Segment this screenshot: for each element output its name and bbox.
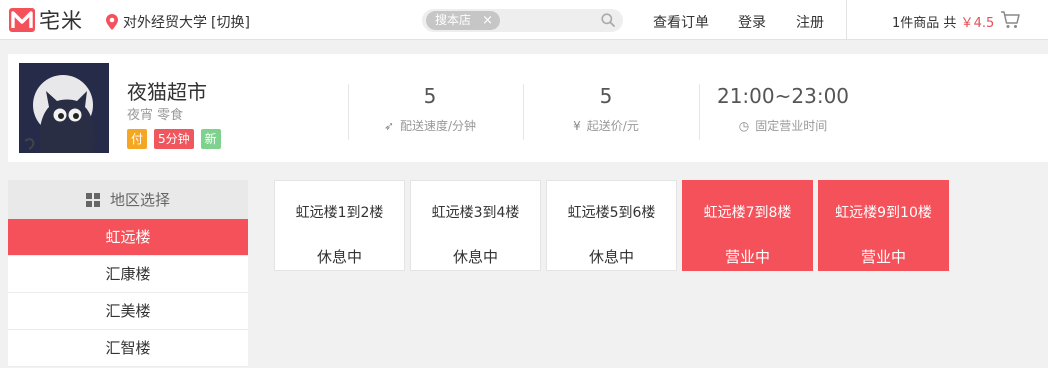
cart-count: 1件商品 共	[892, 16, 957, 31]
grid-icon	[85, 192, 100, 207]
store-info-card: 夜猫超市 夜宵 零食 付 5分钟 新 5 ➶ 配送速度/分钟 5 ¥ 起送价/元 2…	[8, 54, 1048, 162]
cart-total: 4.5	[973, 16, 995, 31]
location-name: 对外经贸大学	[123, 15, 207, 31]
delivery-speed-stat: 5 ➶ 配送速度/分钟	[360, 84, 500, 134]
search-bar: 搜本店 ×	[422, 9, 623, 32]
logo[interactable]: 宅米	[8, 5, 83, 35]
clock-icon: ◷	[738, 119, 750, 133]
location-pin-icon	[106, 14, 118, 30]
rocket-icon: ➶	[383, 119, 394, 133]
search-scope-label: 搜本店	[435, 13, 472, 27]
close-icon[interactable]: ×	[482, 11, 493, 30]
login-link[interactable]: 登录	[738, 12, 766, 32]
register-link[interactable]: 注册	[796, 12, 824, 32]
store-avatar	[19, 63, 109, 153]
search-icon[interactable]	[601, 13, 615, 27]
stat-divider	[699, 84, 700, 140]
floor-status: 营业中	[724, 248, 770, 266]
view-orders-link[interactable]: 查看订单	[653, 12, 709, 32]
new-store-badge: 新	[200, 129, 221, 149]
store-badges: 付 5分钟 新	[127, 129, 228, 149]
stat-divider	[523, 84, 524, 140]
floor-status: 休息中	[316, 248, 362, 266]
shopping-cart-icon[interactable]	[1000, 10, 1021, 29]
min-order-label: 起送价/元	[586, 119, 639, 133]
search-scope-chip[interactable]: 搜本店 ×	[426, 11, 500, 30]
floor-name: 虹远楼3到4楼	[431, 205, 520, 221]
store-name: 夜猫超市	[127, 80, 207, 104]
online-pay-badge: 付	[127, 129, 147, 149]
zone-item[interactable]: 汇美楼	[8, 293, 248, 330]
business-hours-label: 固定营业时间	[755, 119, 828, 133]
min-order-stat: 5 ¥ 起送价/元	[536, 84, 676, 134]
floor-status: 休息中	[452, 248, 498, 266]
header-divider	[846, 0, 847, 40]
logo-m-icon	[9, 8, 35, 32]
floor-name: 虹远楼1到2楼	[295, 205, 384, 221]
zone-item[interactable]: 汇智楼	[8, 330, 248, 367]
zone-sidebar-title: 地区选择	[109, 191, 170, 209]
floor-status: 营业中	[860, 248, 906, 266]
business-hours-stat: 21:00~23:00 ◷ 固定营业时间	[708, 84, 858, 134]
logo-text: 宅米	[39, 9, 83, 33]
floor-name: 虹远楼7到8楼	[703, 205, 792, 221]
floor-status: 休息中	[588, 248, 634, 266]
yen-icon: ¥	[573, 119, 581, 133]
delivery-speed-label: 配送速度/分钟	[400, 119, 477, 133]
stat-divider	[348, 84, 349, 140]
zone-item[interactable]: 虹远楼	[8, 219, 248, 256]
search-input[interactable]	[504, 11, 596, 30]
floor-card[interactable]: 虹远楼3到4楼 休息中	[410, 180, 541, 271]
floor-name: 虹远楼5到6楼	[567, 205, 656, 221]
zone-sidebar-header: 地区选择	[8, 180, 248, 219]
min-order-value: 5	[599, 84, 613, 108]
location-switch-link[interactable]: [切换]	[211, 12, 250, 32]
floor-card[interactable]: 虹远楼1到2楼 休息中	[274, 180, 405, 271]
delivery-speed-value: 5	[423, 84, 437, 108]
delivery-time-badge: 5分钟	[154, 129, 194, 149]
floor-card[interactable]: 虹远楼7到8楼 营业中	[682, 180, 813, 271]
floor-name: 虹远楼9到10楼	[835, 205, 932, 221]
top-header: 宅米 对外经贸大学 [切换] 搜本店 × 查看订单 登录 注册 1件商品 共 ￥…	[0, 0, 1048, 40]
location: 对外经贸大学 [切换]	[106, 12, 250, 32]
cat-moon-logo-icon	[19, 63, 109, 153]
floor-card[interactable]: 虹远楼5到6楼 休息中	[546, 180, 677, 271]
zone-item[interactable]: 汇康楼	[8, 256, 248, 293]
store-tags: 夜宵 零食	[127, 108, 184, 123]
zone-sidebar: 地区选择 虹远楼 汇康楼 汇美楼 汇智楼	[8, 180, 248, 367]
business-hours-value: 21:00~23:00	[716, 84, 850, 108]
cart-currency: ￥	[960, 16, 974, 31]
cart-summary[interactable]: 1件商品 共 ￥4.5	[892, 12, 994, 31]
floor-card[interactable]: 虹远楼9到10楼 营业中	[818, 180, 949, 271]
